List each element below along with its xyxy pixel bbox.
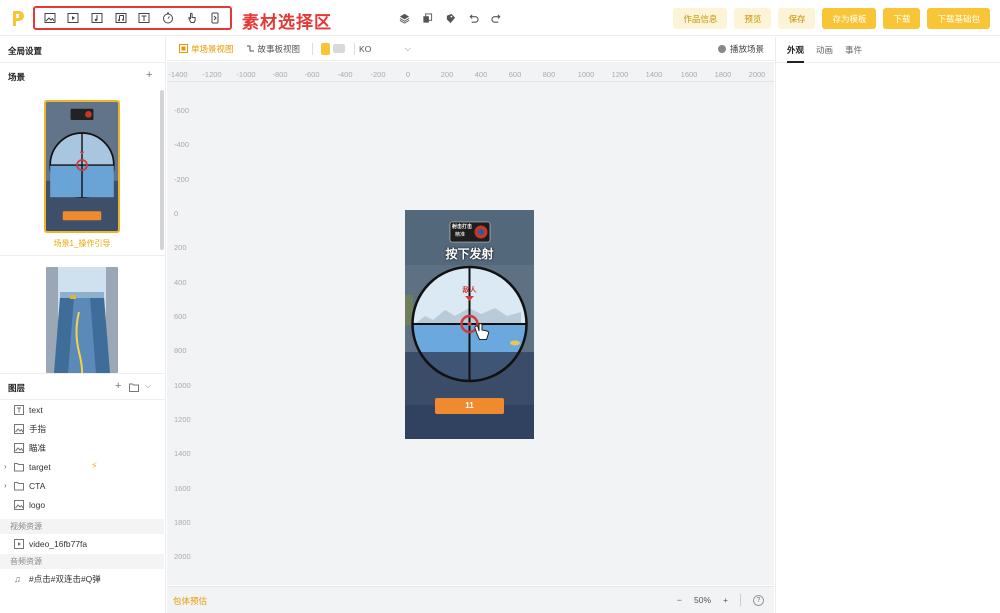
tab-events[interactable]: 事件: [845, 44, 862, 62]
enemy-label: 敌人: [462, 287, 477, 294]
canvas-toolbar: 单场景视图 故事板视图 KO ⌵ 播放场景: [167, 37, 774, 61]
save-button[interactable]: 保存: [778, 8, 816, 29]
material-selection-area: [33, 6, 232, 30]
preview-button[interactable]: 预览: [734, 8, 772, 29]
save-as-template-button[interactable]: 存为模板: [822, 8, 877, 29]
property-tabs: 外观 动画 事件: [776, 37, 1000, 63]
zoom-controls: − 50% + ?: [677, 594, 764, 606]
zoom-out-button[interactable]: −: [677, 595, 682, 605]
image-icon: [14, 499, 24, 510]
layer-logo[interactable]: logo: [0, 495, 164, 514]
download-base-package-button[interactable]: 下载基础包: [927, 8, 990, 29]
scene-thumbnail-1[interactable]: [44, 100, 120, 233]
app-logo: [13, 11, 24, 26]
layer-finger[interactable]: 手指: [0, 419, 164, 438]
layers-section-title: 图层: [8, 383, 26, 393]
ruler-vertical: -600 -400 -200 0 200 400 600 800 1000 12…: [174, 106, 191, 561]
tab-appearance[interactable]: 外观: [787, 44, 805, 63]
layer-cta[interactable]: › CTA: [0, 476, 164, 495]
video-resource-item[interactable]: video_16fb77fa: [0, 534, 164, 553]
folder-icon: [14, 462, 24, 472]
scene-section-title: 场景: [8, 72, 26, 82]
portrait-toggle[interactable]: [321, 42, 331, 55]
work-info-button[interactable]: 作品信息: [673, 8, 728, 29]
ruler-horizontal: -1400 -1200 -1000 -800 -600 -400 -200 0 …: [167, 62, 774, 82]
language-select[interactable]: KO: [359, 44, 371, 54]
help-icon[interactable]: ?: [753, 594, 764, 606]
music-tool-icon[interactable]: [115, 12, 127, 24]
copy-icon[interactable]: [421, 12, 433, 24]
press-to-fire-text: 按下发射: [445, 247, 494, 261]
scene-2-preview: [46, 267, 118, 373]
image-icon: [14, 442, 24, 453]
right-panel: 外观 动画 事件: [775, 37, 1000, 613]
paste-icon[interactable]: [444, 12, 456, 24]
scene-thumbnail-2[interactable]: [46, 267, 118, 373]
device-tool-icon[interactable]: [209, 12, 221, 24]
left-panel: 全局设置 场景 + 场景1_操作引导 图层 + ⌵ text 手指 瞄准 › t…: [0, 37, 166, 613]
download-button[interactable]: 下载: [883, 8, 921, 29]
scene-1-preview: [46, 102, 118, 231]
add-folder-icon[interactable]: [129, 383, 139, 392]
play-icon: [717, 44, 726, 53]
layer-text[interactable]: text: [0, 400, 164, 419]
annotation-label: 素材选择区: [242, 13, 332, 32]
gesture-tool-icon[interactable]: [186, 12, 198, 24]
tab-animation[interactable]: 动画: [816, 44, 833, 62]
layer-target[interactable]: › target ⚡: [0, 457, 164, 476]
layer-aim[interactable]: 瞄准: [0, 438, 164, 457]
redo-icon[interactable]: [490, 12, 502, 24]
scene-list-scrollbar[interactable]: [160, 90, 164, 250]
expand-arrow-icon[interactable]: ›: [4, 481, 14, 490]
canvas-statusbar: 包体预估 − 50% + ?: [167, 586, 774, 613]
chevron-down-icon[interactable]: ⌵: [404, 43, 410, 54]
badge-title: 射击打击: [452, 224, 473, 230]
audio-tool-icon[interactable]: [91, 12, 103, 24]
expand-arrow-icon[interactable]: ›: [4, 462, 14, 471]
tab-single-scene-view[interactable]: 单场景视图: [179, 43, 234, 55]
video-icon: [14, 538, 24, 549]
undo-icon[interactable]: [467, 12, 479, 24]
video-tool-icon[interactable]: [67, 12, 79, 24]
image-icon: [14, 423, 24, 434]
top-actions: 作品信息 预览 保存 存为模板 下载 下载基础包: [673, 8, 990, 29]
audio-resource-item[interactable]: ♫ #点击#双连击#Q弹: [0, 569, 164, 588]
package-size-estimate[interactable]: 包体预估: [173, 595, 207, 607]
image-tool-icon[interactable]: [44, 12, 56, 24]
tab-storyboard-view[interactable]: 故事板视图: [246, 43, 300, 55]
scene-1-label[interactable]: 场景1_操作引导: [0, 238, 164, 249]
add-scene-icon[interactable]: +: [146, 69, 152, 81]
scene-preview[interactable]: 射击打击 精准 按下发射 敌人 11: [405, 210, 534, 439]
folder-icon: [14, 481, 24, 491]
bolt-icon: ⚡: [90, 461, 98, 472]
zoom-level: 50%: [694, 595, 712, 605]
edit-tools: [398, 12, 502, 24]
top-bar: 素材选择区 作品信息 预览 保存 存为模板 下载 下载基础包: [0, 0, 1000, 36]
storyboard-icon: [246, 45, 254, 52]
text-tool-icon[interactable]: [138, 12, 150, 24]
global-settings[interactable]: 全局设置: [8, 45, 42, 57]
zoom-in-button[interactable]: +: [723, 595, 728, 605]
badge-subtitle: 精准: [455, 232, 466, 238]
audio-resources-header: 音频资源: [0, 554, 164, 569]
add-layer-icon[interactable]: +: [115, 380, 121, 392]
play-scene-button[interactable]: 播放场景: [717, 43, 764, 55]
editor-canvas[interactable]: -1400 -1200 -1000 -800 -600 -400 -200 0 …: [167, 62, 774, 585]
layers-icon[interactable]: [398, 12, 410, 24]
single-view-icon: [179, 44, 188, 53]
collapse-layers-icon[interactable]: ⌵: [145, 381, 151, 391]
cta-count: 11: [465, 401, 474, 410]
text-icon: [14, 404, 24, 415]
music-icon: ♫: [14, 573, 21, 584]
landscape-toggle[interactable]: [333, 44, 346, 53]
video-resources-header: 视频资源: [0, 519, 164, 534]
timer-tool-icon[interactable]: [162, 12, 174, 24]
